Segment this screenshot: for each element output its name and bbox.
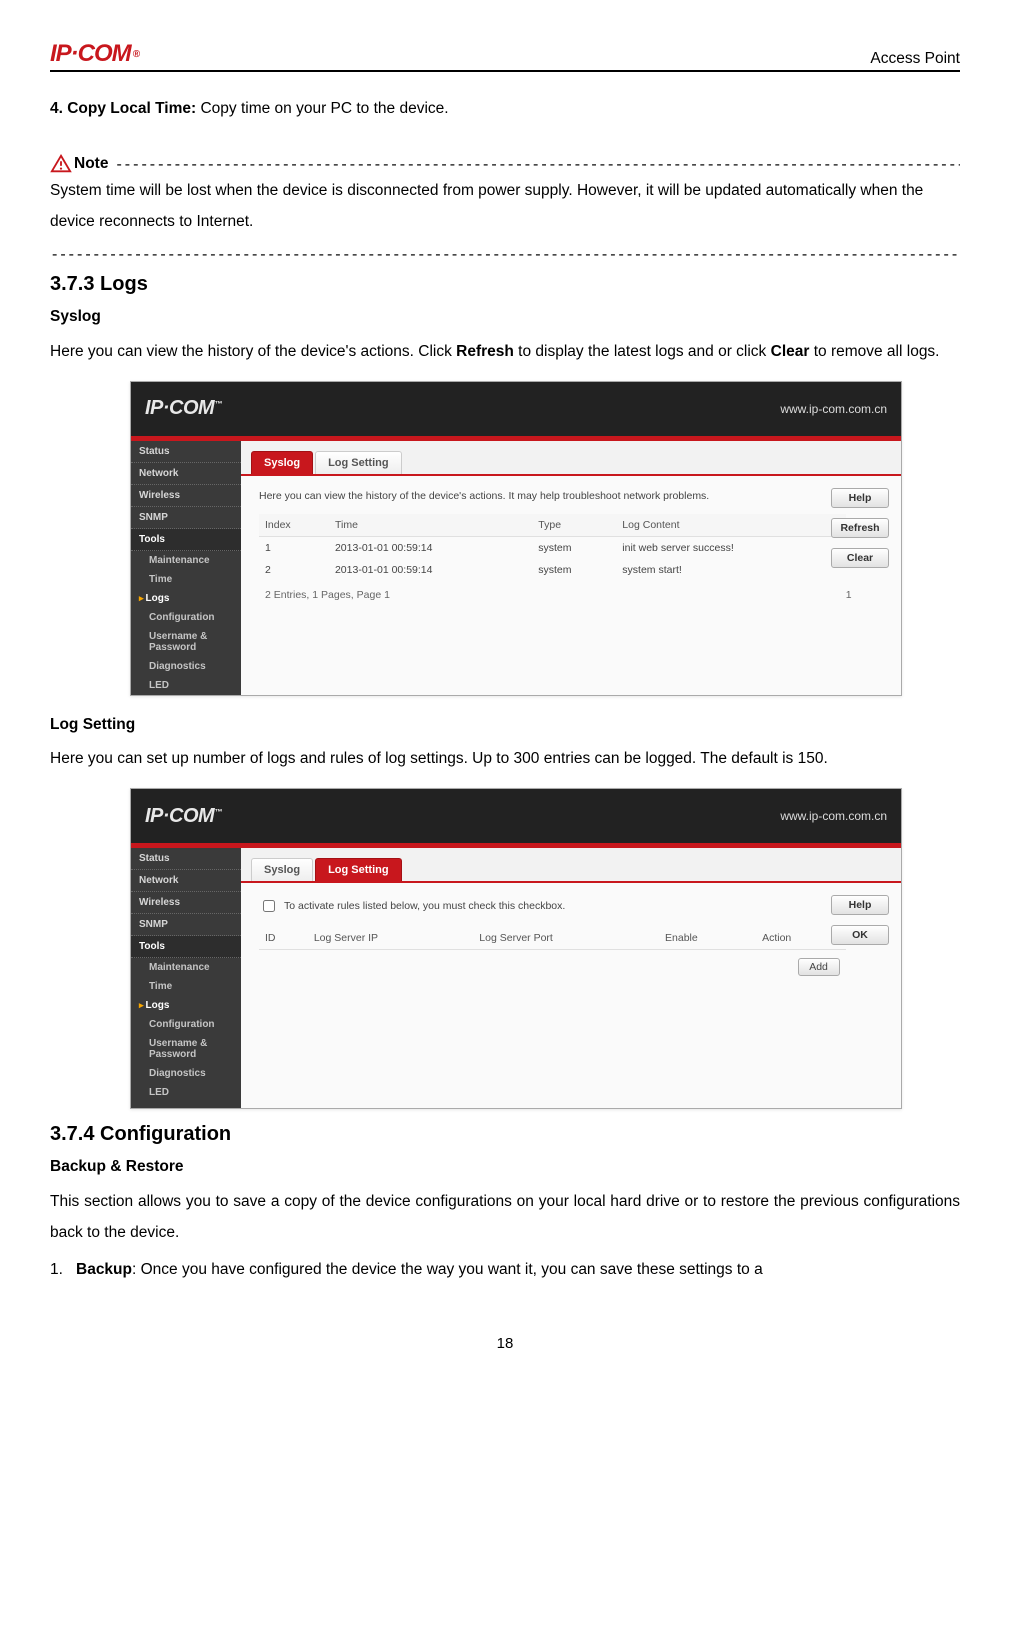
header-right: Access Point xyxy=(870,50,960,68)
tab-log-setting[interactable]: Log Setting xyxy=(315,451,402,474)
logo-text: IP·COM xyxy=(50,40,131,68)
log-table: Index Time Type Log Content 1 2013-01-01… xyxy=(259,514,846,581)
shot-top-bar: IP·COM™ www.ip-com.com.cn xyxy=(131,382,901,436)
activate-label: To activate rules listed below, you must… xyxy=(284,900,565,912)
sidebar2-sub-username[interactable]: Username & Password xyxy=(131,1034,241,1064)
note-dashes: ----------------------------------------… xyxy=(114,155,960,173)
syslog-text-3: to remove all logs. xyxy=(809,343,939,360)
syslog-text-1: Here you can view the history of the dev… xyxy=(50,343,456,360)
shot2-logo: IP·COM™ xyxy=(145,805,222,828)
sidebar2-item-wireless[interactable]: Wireless xyxy=(131,892,241,914)
sidebar2-sub-maintenance[interactable]: Maintenance xyxy=(131,958,241,977)
log-setting-text: Here you can set up number of logs and r… xyxy=(50,743,960,774)
logs-heading: 3.7.3 Logs xyxy=(50,273,960,296)
sidebar2: Status Network Wireless SNMP Tools Maint… xyxy=(131,848,241,1108)
note-body: System time will be lost when the device… xyxy=(50,175,960,237)
item1-num: 1. xyxy=(50,1254,76,1285)
pager-left: 2 Entries, 1 Pages, Page 1 xyxy=(265,589,390,601)
help-button2[interactable]: Help xyxy=(831,895,889,915)
sidebar2-item-snmp[interactable]: SNMP xyxy=(131,914,241,936)
sidebar2-sub-led[interactable]: LED xyxy=(131,1083,241,1102)
tab2-syslog[interactable]: Syslog xyxy=(251,858,313,881)
syslog-bold-1: Refresh xyxy=(456,343,514,360)
sidebar-sub-configuration[interactable]: Configuration xyxy=(131,608,241,627)
sidebar2-item-status[interactable]: Status xyxy=(131,848,241,870)
pager: 2 Entries, 1 Pages, Page 1 1 xyxy=(259,581,858,609)
refresh-button[interactable]: Refresh xyxy=(831,518,889,538)
col2-enable: Enable xyxy=(659,927,756,950)
shot-logo: IP·COM™ xyxy=(145,397,222,420)
shot-url: www.ip-com.com.cn xyxy=(780,402,887,416)
sidebar-sub-led[interactable]: LED xyxy=(131,676,241,695)
sidebar-item-wireless[interactable]: Wireless xyxy=(131,485,241,507)
tab-syslog[interactable]: Syslog xyxy=(251,451,313,474)
note-label: Note xyxy=(74,155,108,173)
pager-right: 1 xyxy=(846,589,852,601)
add-button[interactable]: Add xyxy=(798,958,840,976)
sidebar-sub-diagnostics[interactable]: Diagnostics xyxy=(131,657,241,676)
sidebar-sub-time[interactable]: Time xyxy=(131,570,241,589)
col-index: Index xyxy=(259,514,329,537)
col2-ip: Log Server IP xyxy=(308,927,473,950)
full-dashes: ----------------------------------------… xyxy=(50,245,960,263)
table-row: 1 2013-01-01 00:59:14 system init web se… xyxy=(259,536,846,559)
tab2-log-setting[interactable]: Log Setting xyxy=(315,858,402,881)
screenshot-syslog: IP·COM™ www.ip-com.com.cn Status Network… xyxy=(130,381,902,696)
logo-reg: ® xyxy=(133,49,139,60)
sidebar2-sub-configuration[interactable]: Configuration xyxy=(131,1015,241,1034)
sidebar-sub-logs[interactable]: Logs xyxy=(131,589,241,608)
screenshot-log-setting: IP·COM™ www.ip-com.com.cn Status Network… xyxy=(130,788,902,1109)
warning-triangle-icon xyxy=(50,153,72,175)
page-header: IP·COM® Access Point xyxy=(50,40,960,72)
shot2-top-bar: IP·COM™ www.ip-com.com.cn xyxy=(131,789,901,843)
item1-text: : Once you have configured the device th… xyxy=(132,1261,763,1278)
sidebar-item-network[interactable]: Network xyxy=(131,463,241,485)
item1-bold: Backup xyxy=(76,1261,132,1278)
syslog-text: Here you can view the history of the dev… xyxy=(50,336,960,367)
syslog-bold-2: Clear xyxy=(771,343,810,360)
activate-checkbox[interactable] xyxy=(263,900,275,912)
sidebar-item-snmp[interactable]: SNMP xyxy=(131,507,241,529)
syslog-title: Syslog xyxy=(50,302,960,331)
rule-table: ID Log Server IP Log Server Port Enable … xyxy=(259,927,846,984)
copy-local-time-line: 4. Copy Local Time: Copy time on your PC… xyxy=(50,94,960,123)
note-line: Note -----------------------------------… xyxy=(50,153,960,175)
sidebar: Status Network Wireless SNMP Tools Maint… xyxy=(131,441,241,695)
sidebar-sub-username[interactable]: Username & Password xyxy=(131,627,241,657)
sidebar2-sub-logs[interactable]: Logs xyxy=(131,996,241,1015)
backup-text: This section allows you to save a copy o… xyxy=(50,1186,960,1248)
col-type: Type xyxy=(532,514,616,537)
backup-item-1: 1.Backup: Once you have configured the d… xyxy=(50,1254,960,1285)
sidebar2-sub-time[interactable]: Time xyxy=(131,977,241,996)
ok-button[interactable]: OK xyxy=(831,925,889,945)
config-heading: 3.7.4 Configuration xyxy=(50,1123,960,1146)
backup-title: Backup & Restore xyxy=(50,1152,960,1181)
help-button[interactable]: Help xyxy=(831,488,889,508)
copy-local-time-text: Copy time on your PC to the device. xyxy=(196,100,448,117)
col2-port: Log Server Port xyxy=(473,927,659,950)
activate-checkbox-row: To activate rules listed below, you must… xyxy=(259,897,883,915)
page-number: 18 xyxy=(50,1335,960,1352)
sidebar-item-tools[interactable]: Tools xyxy=(131,529,241,551)
shot2-url: www.ip-com.com.cn xyxy=(780,809,887,823)
sidebar2-item-tools[interactable]: Tools xyxy=(131,936,241,958)
log-setting-title: Log Setting xyxy=(50,710,960,739)
sidebar2-sub-diagnostics[interactable]: Diagnostics xyxy=(131,1064,241,1083)
ipcom-logo: IP·COM® xyxy=(50,40,139,68)
col2-id: ID xyxy=(259,927,308,950)
sidebar-item-status[interactable]: Status xyxy=(131,441,241,463)
table-row: 2 2013-01-01 00:59:14 system system star… xyxy=(259,559,846,581)
sidebar2-item-network[interactable]: Network xyxy=(131,870,241,892)
copy-local-time-title: 4. Copy Local Time: xyxy=(50,100,196,117)
clear-button[interactable]: Clear xyxy=(831,548,889,568)
syslog-text-2: to display the latest logs and or click xyxy=(514,343,771,360)
sidebar-sub-maintenance[interactable]: Maintenance xyxy=(131,551,241,570)
tabs2: Syslog Log Setting xyxy=(241,848,901,883)
col-time: Time xyxy=(329,514,532,537)
panel-desc: Here you can view the history of the dev… xyxy=(259,490,883,502)
tabs: Syslog Log Setting xyxy=(241,441,901,476)
col-content: Log Content xyxy=(616,514,845,537)
